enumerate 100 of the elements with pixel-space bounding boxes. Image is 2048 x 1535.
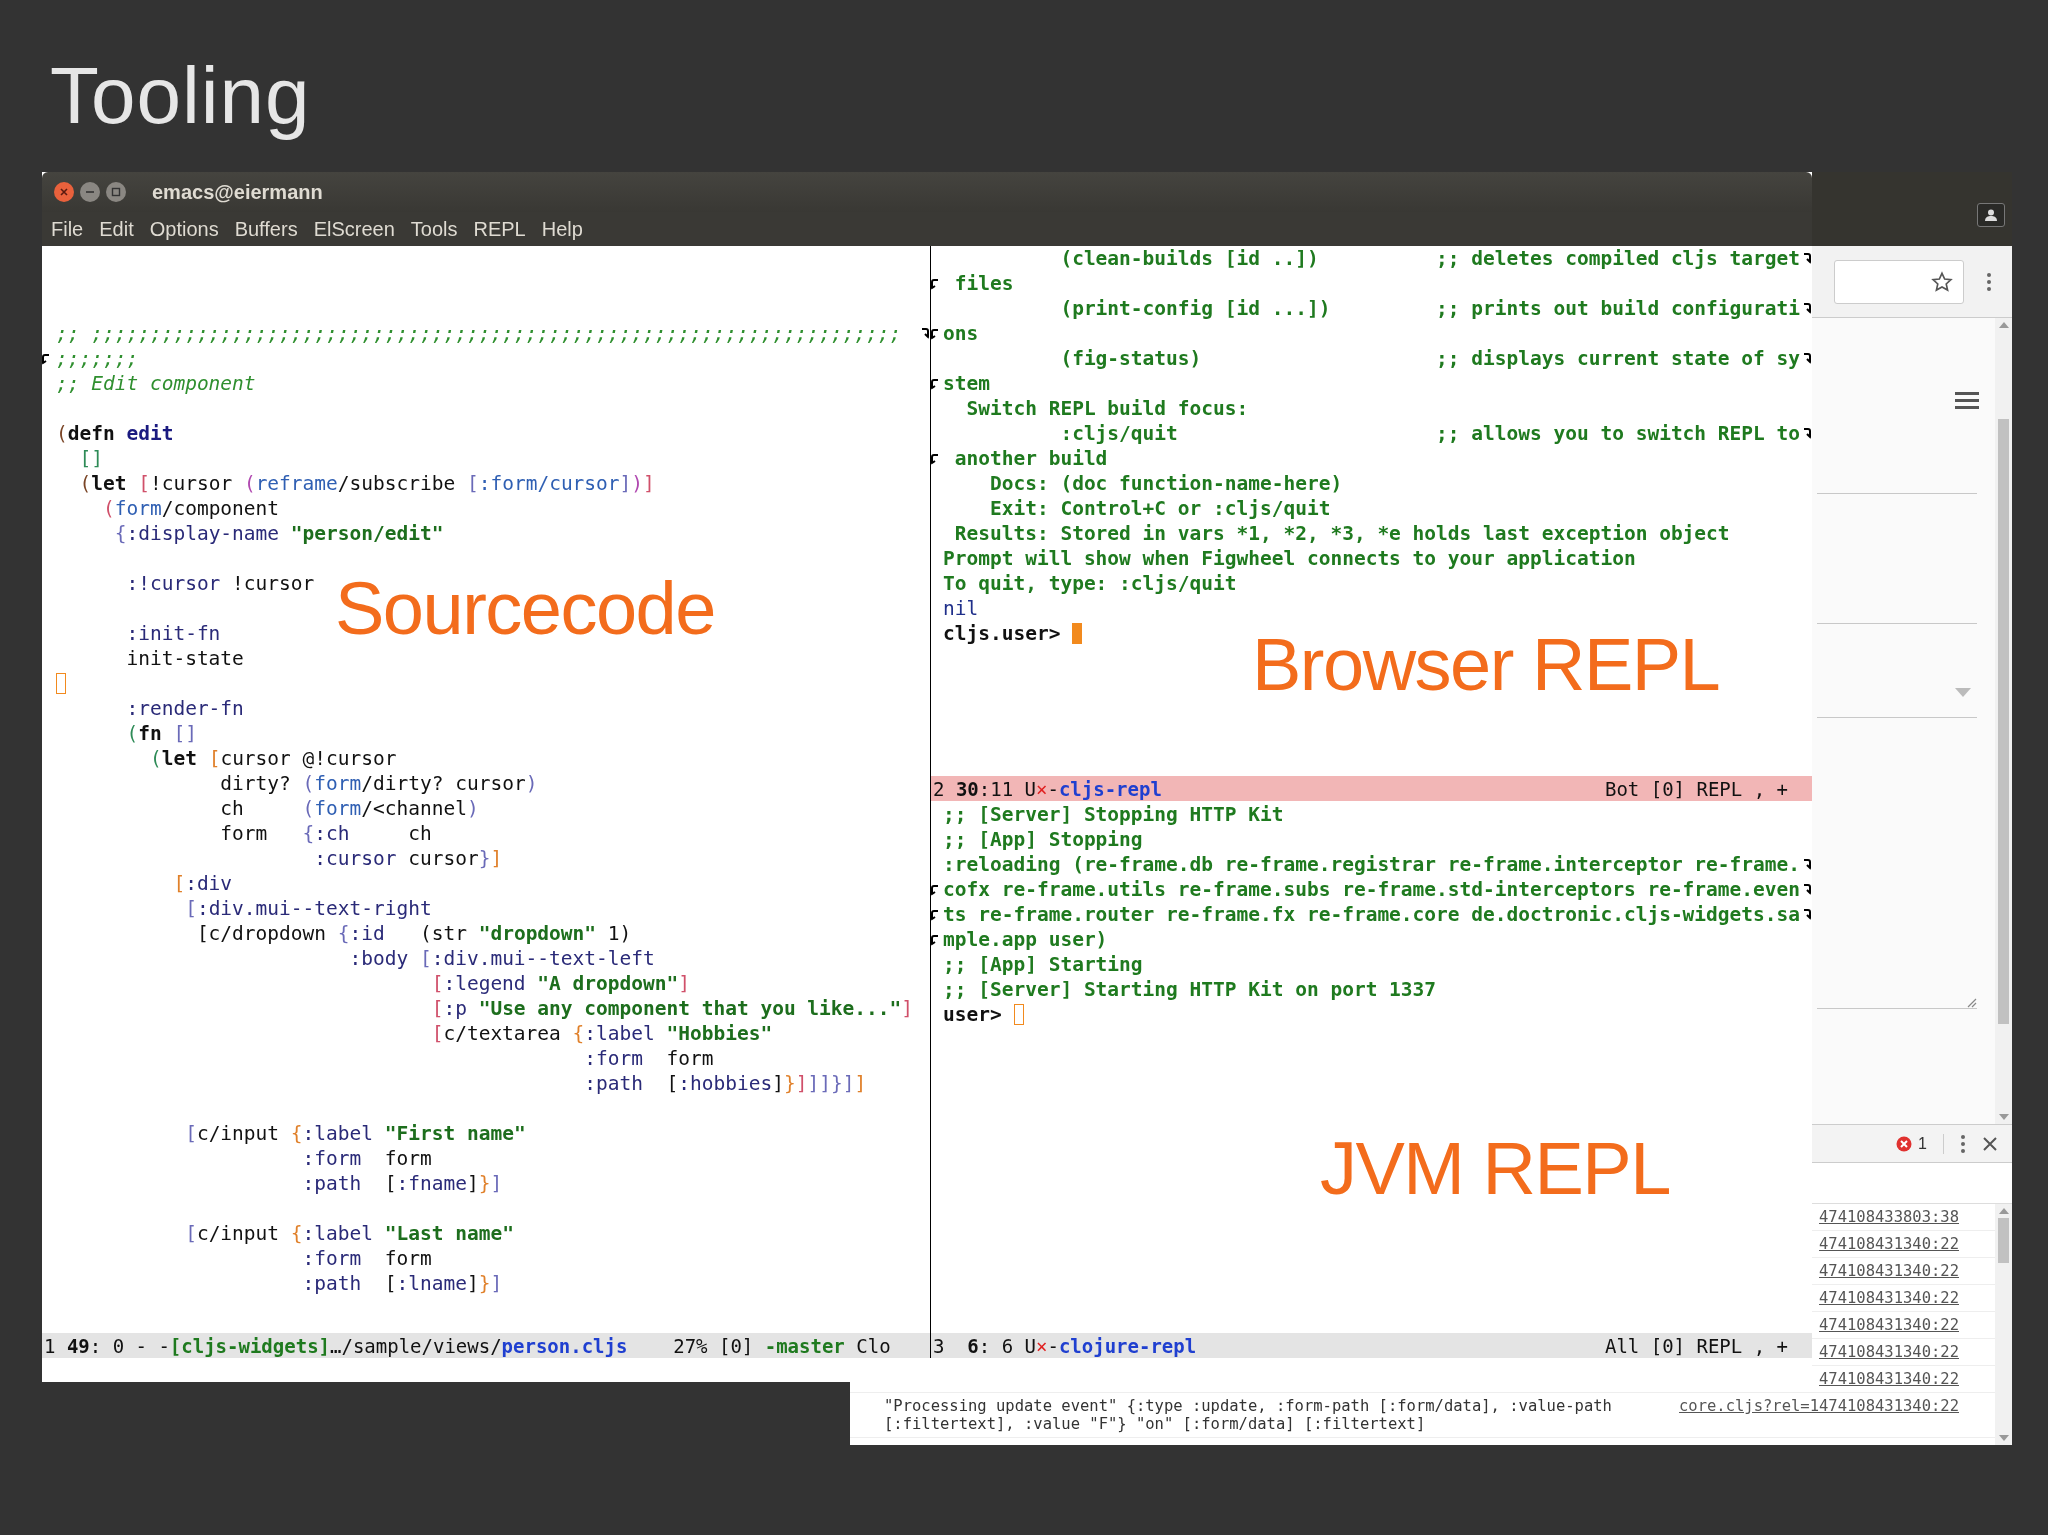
code-line: [] <box>78 446 103 471</box>
menu-icon[interactable] <box>1955 391 1979 409</box>
code-line: :init-fn <box>125 621 221 646</box>
code-line: :path [:hobbies]}]]]}]] <box>583 1071 867 1096</box>
scrollbar-thumb[interactable] <box>1998 418 2009 1024</box>
code-line: [c/textarea {:label "Hobbies" <box>430 1021 773 1046</box>
code-line: [:legend "A dropdown"] <box>430 971 690 996</box>
menu-item[interactable]: REPL <box>472 215 527 243</box>
error-icon <box>1896 1135 1913 1152</box>
code-line: dirty? (form/dirty? cursor) <box>219 771 538 796</box>
code-line: [c/input {:label "First name" <box>184 1121 526 1146</box>
code-line: [c/input {:label "Last name" <box>184 1221 514 1246</box>
code-line: :path [:lname]}] <box>301 1271 503 1296</box>
code-line: To quit, type: :cljs/quit <box>943 571 1237 596</box>
minimize-button[interactable] <box>80 182 100 202</box>
code-line: :form form <box>301 1146 432 1171</box>
code-line: :render-fn <box>125 696 244 721</box>
scroll-down-icon[interactable] <box>1998 1435 2009 1441</box>
menu-item[interactable]: File <box>50 215 85 243</box>
source-link[interactable]: 474108431340:22 <box>1819 1370 1959 1388</box>
repl-prompt: cljs.user> <box>943 622 1061 645</box>
code-line: (fn [] <box>125 721 197 746</box>
code-line: Results: Stored in vars *1, *2, *3, *e holds last exception object <box>953 521 1730 546</box>
scrollbar[interactable] <box>1995 318 2012 1124</box>
code-line: ch (form/<channel) <box>219 796 479 821</box>
resize-grip-icon[interactable] <box>1965 996 1977 1008</box>
source-link[interactable]: 474108431340:22 <box>1819 1343 1959 1361</box>
scrollbar[interactable] <box>1995 1204 2012 1445</box>
code-line: mple.app user) <box>943 927 1108 952</box>
code-line: cofx re-frame.utils re-frame.subs re-frame.std-interceptors re-frame.even <box>943 877 1801 902</box>
code-line: Prompt will show when Figwheel connects to your application <box>943 546 1636 571</box>
window-title: emacs@eiermann <box>152 180 323 204</box>
error-count: 1 <box>1918 1134 1927 1153</box>
source-link[interactable]: 474108431340:22 <box>1819 1262 1959 1280</box>
scroll-up-icon[interactable] <box>1998 322 2009 328</box>
code-line: [:div.mui--text-right <box>184 896 432 921</box>
code-line: :path [:fname]}] <box>301 1171 503 1196</box>
code-line: (defn edit <box>56 421 174 446</box>
address-field[interactable] <box>1834 259 1964 304</box>
code-line: ;; [Server] Starting HTTP Kit on port 1337 <box>943 977 1437 1002</box>
menu-item[interactable]: Tools <box>409 215 459 243</box>
slide-title: Tooling <box>50 50 311 142</box>
code-line: :!cursor !cursor <box>125 571 315 596</box>
code-line: :form form <box>583 1046 714 1071</box>
source-link[interactable]: 474108431340:22 <box>1819 1316 1959 1334</box>
star-icon[interactable] <box>1931 270 1953 293</box>
code-line: (fig-status) ;; displays current state of sy <box>1059 346 1801 371</box>
code-line: form {:ch ch <box>219 821 432 846</box>
menu-item[interactable]: Options <box>148 215 220 243</box>
code-line: ;; Edit component <box>56 371 256 396</box>
repl-prompt: user> <box>943 1003 1002 1026</box>
code-line: ons <box>943 321 979 346</box>
code-line: ;; ;;;;;;;;;;;;;;;;;;;;;;;;;;;;;;;;;;;;;;;;;;;;;;;;;;;;;;;;;;;;;;;;;;;;; <box>56 321 902 346</box>
code-line: ;;;;;;; <box>56 346 139 371</box>
code-line: (form/component <box>101 496 280 521</box>
code-line: ;; [Server] Stopping HTTP Kit <box>943 802 1284 827</box>
close-button[interactable] <box>54 182 74 202</box>
menu-item[interactable]: Edit <box>98 215 135 243</box>
menu-item[interactable]: Buffers <box>233 215 299 243</box>
person-icon <box>1984 209 1998 221</box>
source-link[interactable]: 474108433803:38 <box>1819 1208 1959 1226</box>
code-line: (let [cursor @!cursor <box>148 746 397 771</box>
code-line: (let [!cursor (reframe/subscribe [:form/cursor])] <box>78 471 655 496</box>
code-line: another build <box>953 446 1108 471</box>
profile-button[interactable] <box>1977 203 2005 227</box>
menu-icon[interactable] <box>1960 1133 1966 1154</box>
scrollbar-thumb[interactable] <box>1998 1218 2009 1263</box>
close-icon <box>59 187 69 197</box>
close-icon[interactable] <box>1982 1135 1998 1152</box>
annotation-label: JVM REPL <box>1320 1126 1670 1211</box>
code-line: Switch REPL build focus: <box>965 396 1249 421</box>
code-line: :body [:div.mui--text-left <box>348 946 655 971</box>
annotation-label: Browser REPL <box>1252 622 1720 707</box>
source-link[interactable]: 474108431340:22 <box>1819 1235 1959 1253</box>
annotation-label: Sourcecode <box>335 566 715 651</box>
scroll-down-icon[interactable] <box>1998 1114 2009 1120</box>
code-line: ;; [App] Starting <box>943 952 1143 977</box>
code-line: init-state <box>125 646 244 671</box>
source-link[interactable]: core.cljs?rel=1474108431340:22 <box>1679 1397 1959 1415</box>
code-line: {:display-name "person/edit" <box>113 521 444 546</box>
caret-icon <box>1955 688 1971 697</box>
code-line: Docs: (doc function-name-here) <box>988 471 1343 496</box>
code-line: :cljs/quit ;; allows you to switch REPL to <box>1059 421 1801 446</box>
code-line: ts re-frame.router re-frame.fx re-frame.core de.doctronic.cljs-widgets.sa <box>943 902 1801 927</box>
maximize-icon <box>111 187 121 197</box>
menu-item[interactable]: Help <box>540 215 584 243</box>
maximize-button[interactable] <box>106 182 126 202</box>
scroll-up-icon[interactable] <box>1998 1208 2009 1214</box>
source-link[interactable]: 474108431340:22 <box>1819 1289 1959 1307</box>
code-line: :form form <box>301 1246 432 1271</box>
code-line: files <box>953 271 1014 296</box>
code-line: :reloading (re-frame.db re-frame.registrar re-frame.interceptor re-frame. <box>943 852 1801 877</box>
code-line: (print-config [id ...]) ;; prints out build configurati <box>1059 296 1801 321</box>
menu-icon[interactable] <box>1986 271 1992 292</box>
console-message: "Processing update event" {:type :update, :form-path [:form/data], :value-path [:filtertext], :value "F"} "on" [:form/data] [:filtertext] <box>884 1397 1613 1433</box>
code-line: [c/dropdown {:id (str "dropdown" 1) <box>195 921 632 946</box>
code-line: nil <box>943 596 979 621</box>
code-line: (clean-builds [id ..]) ;; deletes compiled cljs target <box>1059 246 1801 271</box>
menu-item[interactable]: ElScreen <box>312 215 396 243</box>
code-line: stem <box>943 371 990 396</box>
